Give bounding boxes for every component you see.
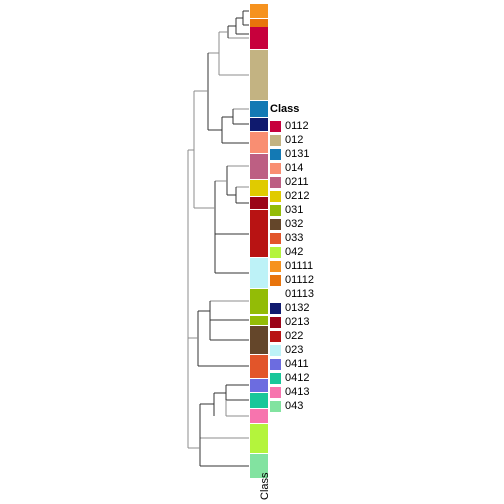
- legend-swatch-icon: [270, 134, 281, 146]
- legend-label: 0211: [285, 176, 309, 188]
- class-strip-tile: [250, 409, 268, 423]
- legend-swatch-icon: [270, 246, 281, 258]
- class-strip-tile: [250, 118, 268, 131]
- class-strip-tile: [250, 210, 268, 257]
- legend-swatch-icon: [270, 120, 281, 132]
- legend-swatch-icon: [270, 190, 281, 202]
- legend-label: 032: [285, 218, 304, 230]
- class-strip-tile: [250, 326, 268, 354]
- legend-item: 012: [270, 133, 390, 147]
- legend-item: 031: [270, 203, 390, 217]
- dendrogram-plot: Class 0112 012 0131 014 0211 0212 031 032 033 042…: [0, 0, 504, 504]
- legend-label: 0412: [285, 372, 310, 384]
- legend-item: 0411: [270, 357, 390, 371]
- legend-label: 0132: [285, 302, 310, 314]
- class-strip-tile: [250, 379, 268, 392]
- class-strip-tile: [250, 424, 268, 453]
- legend-swatch-icon: [270, 176, 281, 188]
- legend-item: 042: [270, 245, 390, 259]
- legend-label: 0212: [285, 190, 310, 202]
- legend-item: 0131: [270, 147, 390, 161]
- class-strip-tile: [250, 258, 268, 288]
- legend: Class 0112 012 0131 014 0211 0212 031 032 033 042…: [270, 103, 390, 413]
- legend-swatch-icon: [270, 302, 281, 314]
- legend-label: 014: [285, 162, 304, 174]
- legend-item: 0212: [270, 189, 390, 203]
- class-strip-tile: [250, 154, 268, 179]
- legend-swatch-icon: [270, 372, 281, 384]
- legend-label: 022: [285, 330, 304, 342]
- legend-item: 0413: [270, 385, 390, 399]
- legend-label: 0413: [285, 386, 310, 398]
- legend-swatch-icon: [270, 232, 281, 244]
- legend-item: 0412: [270, 371, 390, 385]
- class-strip-tile: [250, 316, 268, 325]
- legend-swatch-icon: [270, 316, 281, 328]
- legend-item: 033: [270, 231, 390, 245]
- legend-label: 033: [285, 232, 304, 244]
- class-strip-tile: [250, 4, 268, 18]
- legend-label: 0411: [285, 358, 309, 370]
- legend-swatch-icon: [270, 400, 281, 412]
- class-strip-tile: [250, 289, 268, 314]
- class-strip-tile: [250, 101, 268, 117]
- class-strip-tile: [250, 132, 268, 153]
- legend-label: 043: [285, 400, 304, 412]
- legend-label: 042: [285, 246, 304, 258]
- legend-item: 0211: [270, 175, 390, 189]
- legend-label: 01111: [285, 260, 314, 272]
- legend-swatch-icon: [270, 204, 281, 216]
- legend-item: 0213: [270, 315, 390, 329]
- class-strip-tile: [250, 355, 268, 378]
- legend-item: 023: [270, 343, 390, 357]
- legend-item: 032: [270, 217, 390, 231]
- legend-swatch-icon: [270, 358, 281, 370]
- legend-item: 043: [270, 399, 390, 413]
- legend-item: 01112: [270, 273, 390, 287]
- legend-item: 01113: [270, 287, 390, 301]
- class-strip-tile: [250, 27, 268, 49]
- legend-item: 01111: [270, 259, 390, 273]
- axis-label-class: Class: [243, 462, 283, 502]
- legend-title: Class: [270, 103, 300, 115]
- legend-item: 0112: [270, 119, 390, 133]
- class-strip-tile: [250, 197, 268, 209]
- legend-swatch-icon: [270, 274, 281, 286]
- legend-item: 022: [270, 329, 390, 343]
- legend-label: 012: [285, 134, 304, 146]
- legend-swatch-icon: [270, 330, 281, 342]
- legend-swatch-icon: [270, 288, 281, 300]
- legend-label: 01113: [285, 288, 314, 300]
- legend-label: 01112: [285, 274, 314, 286]
- legend-label: 0112: [285, 120, 309, 132]
- legend-swatch-icon: [270, 162, 281, 174]
- legend-swatch-icon: [270, 218, 281, 230]
- legend-label: 0213: [285, 316, 310, 328]
- class-strip-tile: [250, 50, 268, 100]
- legend-swatch-icon: [270, 386, 281, 398]
- class-strip-tile: [250, 393, 268, 408]
- class-color-strip: [250, 0, 268, 478]
- legend-swatch-icon: [270, 148, 281, 160]
- legend-swatch-icon: [270, 344, 281, 356]
- legend-item: 014: [270, 161, 390, 175]
- legend-label: 023: [285, 344, 304, 356]
- legend-label: 0131: [285, 148, 310, 160]
- class-strip-tile: [250, 180, 268, 196]
- legend-swatch-icon: [270, 260, 281, 272]
- axis-label-class-text: Class: [259, 472, 271, 500]
- legend-item: 0132: [270, 301, 390, 315]
- legend-label: 031: [285, 204, 304, 216]
- legend-rows: 0112 012 0131 014 0211 0212 031 032 033 042 01111 0…: [270, 119, 390, 413]
